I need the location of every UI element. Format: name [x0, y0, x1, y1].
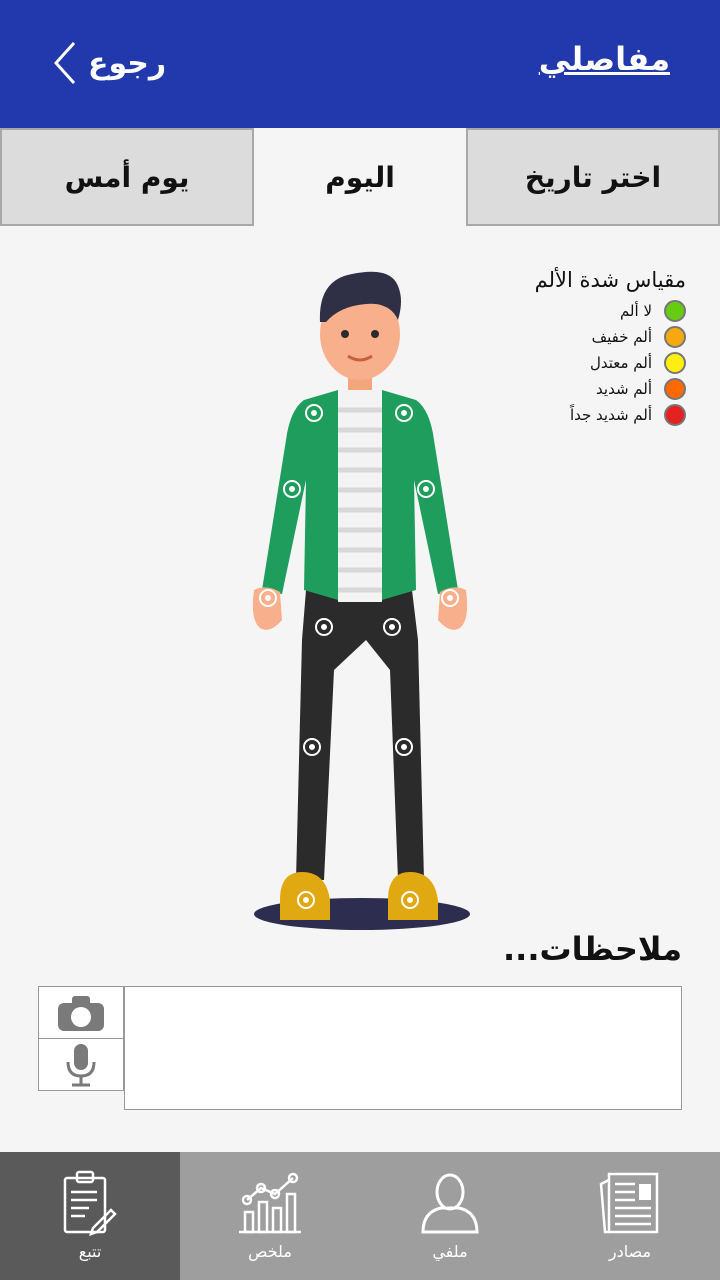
status-dot: [664, 352, 686, 374]
legend-title: مقياس شدة الألم: [534, 268, 686, 292]
nav-label: ملفي: [432, 1242, 468, 1261]
body-figure: [252, 271, 470, 930]
legend-item: لا ألم: [486, 298, 686, 324]
nav-resources[interactable]: مصادر: [540, 1152, 720, 1280]
date-tabs: اختر تاريخ اليوم يوم أمس: [0, 128, 720, 228]
pain-scale-legend: مقياس شدة الألم لا ألم ألم خفيف ألم معتد…: [486, 268, 686, 428]
back-button[interactable]: رجوع: [52, 40, 166, 86]
app-header: رجوع مفاصلي: [0, 0, 720, 128]
tab-yesterday[interactable]: يوم أمس: [0, 128, 254, 226]
microphone-icon: [66, 1043, 96, 1086]
status-dot: [664, 404, 686, 426]
eye: [371, 330, 379, 338]
chevron-left-icon: [53, 41, 76, 85]
legend-label: ألم معتدل: [589, 354, 652, 372]
legend-item: ألم شديد جداً: [486, 402, 686, 428]
user-icon: [421, 1173, 479, 1234]
notes-label: ملاحظات...: [503, 930, 682, 968]
legend-label: لا ألم: [619, 302, 652, 320]
legend-item: ألم خفيف: [486, 324, 686, 350]
eye: [341, 330, 349, 338]
tab-choose-date[interactable]: اختر تاريخ: [466, 128, 720, 226]
legend-item: ألم شديد: [486, 376, 686, 402]
nav-tracking[interactable]: تتبع: [0, 1152, 180, 1280]
notes-input[interactable]: [124, 986, 682, 1110]
tab-today[interactable]: اليوم: [254, 128, 466, 226]
right-shoe: [388, 872, 438, 920]
bottom-navigation: مصادر ملفي ملخص تتبع: [0, 1152, 720, 1280]
status-dot: [664, 326, 686, 348]
back-label: رجوع: [88, 45, 167, 81]
camera-icon: [58, 995, 104, 1031]
nav-label: مصادر: [608, 1242, 652, 1261]
newspaper-icon: [599, 1172, 659, 1234]
camera-button[interactable]: [38, 986, 124, 1039]
status-dot: [664, 300, 686, 322]
legend-label: ألم شديد: [596, 380, 652, 398]
page-title[interactable]: مفاصلي: [539, 40, 670, 78]
legend-label: ألم شديد جداً: [569, 406, 652, 424]
status-dot: [664, 378, 686, 400]
chart-icon: [239, 1172, 301, 1234]
nav-label: تتبع: [78, 1242, 102, 1261]
clipboard-edit-icon: [63, 1170, 117, 1236]
nav-summary[interactable]: ملخص: [180, 1152, 360, 1280]
jacket-left: [262, 390, 338, 600]
left-hand: [252, 587, 282, 630]
microphone-button[interactable]: [38, 1038, 124, 1091]
legend-label: ألم خفيف: [591, 328, 652, 346]
nav-label: ملخص: [248, 1242, 292, 1261]
nav-profile[interactable]: ملفي: [360, 1152, 540, 1280]
pants: [296, 590, 424, 880]
legend-item: ألم معتدل: [486, 350, 686, 376]
